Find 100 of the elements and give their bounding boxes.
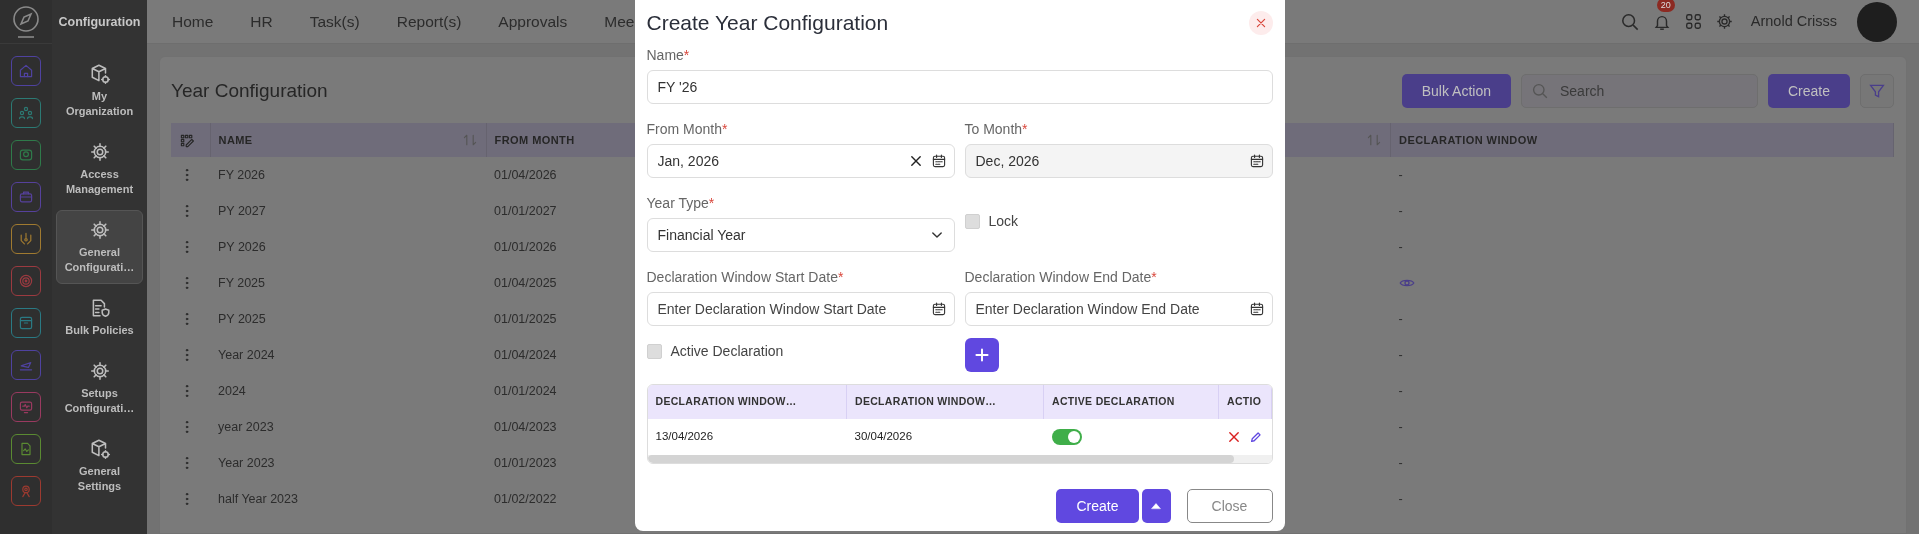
table-cell: 01/01/2026 <box>494 239 557 254</box>
gear-icon <box>88 141 111 163</box>
add-button[interactable] <box>964 338 999 372</box>
table-cell: 01/04/2026 <box>494 167 557 182</box>
module-button[interactable] <box>11 308 41 338</box>
table-cell: 01/04/2023 <box>494 419 557 434</box>
search-icon <box>1531 83 1548 99</box>
sidebar-item[interactable]: Setups Configurati… <box>56 351 143 425</box>
calendar-icon[interactable] <box>930 153 947 169</box>
dropdown-button[interactable] <box>1141 489 1171 523</box>
tray-icon <box>18 147 34 163</box>
table-cell: PY 2027 <box>218 203 266 218</box>
module-button[interactable] <box>11 98 41 128</box>
page-title: Year Configuration <box>171 79 328 103</box>
settings-icon[interactable] <box>1715 13 1733 30</box>
search-icon[interactable] <box>1620 12 1639 31</box>
field-label: From Month* <box>646 120 729 138</box>
nav-link[interactable]: Task(s) <box>309 9 360 34</box>
pencil-icon[interactable] <box>1248 430 1262 444</box>
nav-link[interactable]: Mee <box>604 9 635 34</box>
table-cell: - <box>1398 203 1403 218</box>
sidebar-item[interactable]: General Configurati… <box>56 210 143 284</box>
select-field[interactable]: Financial Year <box>646 218 955 252</box>
calendar-icon[interactable] <box>1248 301 1265 317</box>
briefcase-icon <box>18 189 34 205</box>
module-button[interactable] <box>11 476 41 506</box>
home-icon <box>18 63 34 79</box>
nav-link[interactable]: Approvals <box>498 9 568 34</box>
nav-link[interactable]: Report(s) <box>396 9 462 34</box>
table-cell: Year 2023 <box>218 455 275 470</box>
table-cell: year 2023 <box>218 419 274 434</box>
checkbox-label: Lock <box>988 212 1019 231</box>
filter-icon <box>1869 83 1885 99</box>
avatar[interactable] <box>1857 1 1897 42</box>
table-cell: - <box>1398 167 1403 182</box>
close-button[interactable] <box>1248 11 1273 35</box>
table-cell: 2024 <box>218 383 246 398</box>
checkbox[interactable] <box>646 344 662 359</box>
user-name[interactable]: Arnold Crisss <box>1750 10 1837 33</box>
module-button[interactable] <box>11 392 41 422</box>
sidebar-item[interactable]: General Settings <box>56 429 143 503</box>
field-label: Declaration Window End Date* <box>964 268 1158 286</box>
toggle-switch[interactable] <box>1051 429 1082 445</box>
people-icon <box>18 105 34 121</box>
checkbox[interactable] <box>964 214 980 229</box>
module-button[interactable] <box>11 434 41 464</box>
bulk-action-button[interactable]: Bulk Action <box>1401 74 1511 108</box>
columns-icon[interactable] <box>179 132 195 149</box>
table-cell: PY 2026 <box>218 239 266 254</box>
column-header: ACTIVE DECLARATION <box>1043 385 1219 419</box>
module-button[interactable] <box>11 56 41 86</box>
table-cell: FY 2026 <box>218 167 266 182</box>
sidebar-item[interactable]: My Organization <box>56 54 143 128</box>
table-cell: - <box>1398 455 1403 470</box>
table-cell: 01/01/2025 <box>494 311 557 326</box>
notification-badge: 20 <box>1656 0 1675 12</box>
gear-icon <box>88 219 111 241</box>
table-cell: 01/01/2027 <box>494 203 557 218</box>
scrollbar[interactable] <box>647 455 1235 463</box>
table-cell: 01/04/2024 <box>494 347 557 362</box>
input-field[interactable]: Enter Declaration Window End Date <box>964 292 1273 326</box>
create-button[interactable]: Create <box>1056 489 1139 523</box>
column-header: DECLARATION WINDOW… <box>846 385 1044 419</box>
table-cell: - <box>1398 311 1403 326</box>
table-cell: 30/04/2026 <box>854 430 913 443</box>
module-button[interactable] <box>11 224 41 254</box>
table-cell: Year 2024 <box>218 347 275 362</box>
module-button[interactable] <box>11 266 41 296</box>
compass-logo-icon <box>12 4 40 39</box>
search-field[interactable]: Search <box>1520 74 1758 108</box>
clear-icon[interactable] <box>908 154 923 168</box>
calendar-icon[interactable] <box>930 301 947 317</box>
column-label: FROM MONTH <box>494 132 575 148</box>
monitor-icon <box>18 399 34 415</box>
input-field[interactable]: Jan, 2026 <box>646 144 955 178</box>
delete-icon[interactable] <box>1226 430 1241 444</box>
grid-icon[interactable] <box>1684 13 1702 30</box>
table-cell: - <box>1398 419 1403 434</box>
input-field[interactable]: FY '26 <box>646 70 1273 104</box>
module-button[interactable] <box>11 140 41 170</box>
bell-icon[interactable] <box>1652 13 1671 32</box>
filter-button[interactable] <box>1860 74 1894 108</box>
sidebar-item[interactable]: Bulk Policies <box>56 288 143 347</box>
sidebar-item[interactable]: Access Management <box>56 132 143 206</box>
create-button[interactable]: Create <box>1767 74 1850 108</box>
input-field[interactable]: Enter Declaration Window Start Date <box>646 292 955 326</box>
checkbox-label: Active Declaration <box>670 342 784 361</box>
module-button[interactable] <box>11 350 41 380</box>
module-button[interactable] <box>11 182 41 212</box>
table-cell: 01/01/2023 <box>494 455 557 470</box>
caret-up-icon <box>1150 500 1162 512</box>
nav-link[interactable]: Home <box>172 9 214 34</box>
field-label: To Month* <box>964 120 1029 138</box>
modal-title: Create Year Configuration <box>646 10 889 36</box>
archive-icon <box>18 315 34 331</box>
calendar-icon[interactable] <box>1248 153 1265 169</box>
close-button[interactable]: Close <box>1186 489 1273 523</box>
table-cell: half Year 2023 <box>218 491 298 506</box>
nav-link[interactable]: HR <box>250 9 273 34</box>
disabled-date-field: Dec, 2026 <box>964 144 1273 178</box>
